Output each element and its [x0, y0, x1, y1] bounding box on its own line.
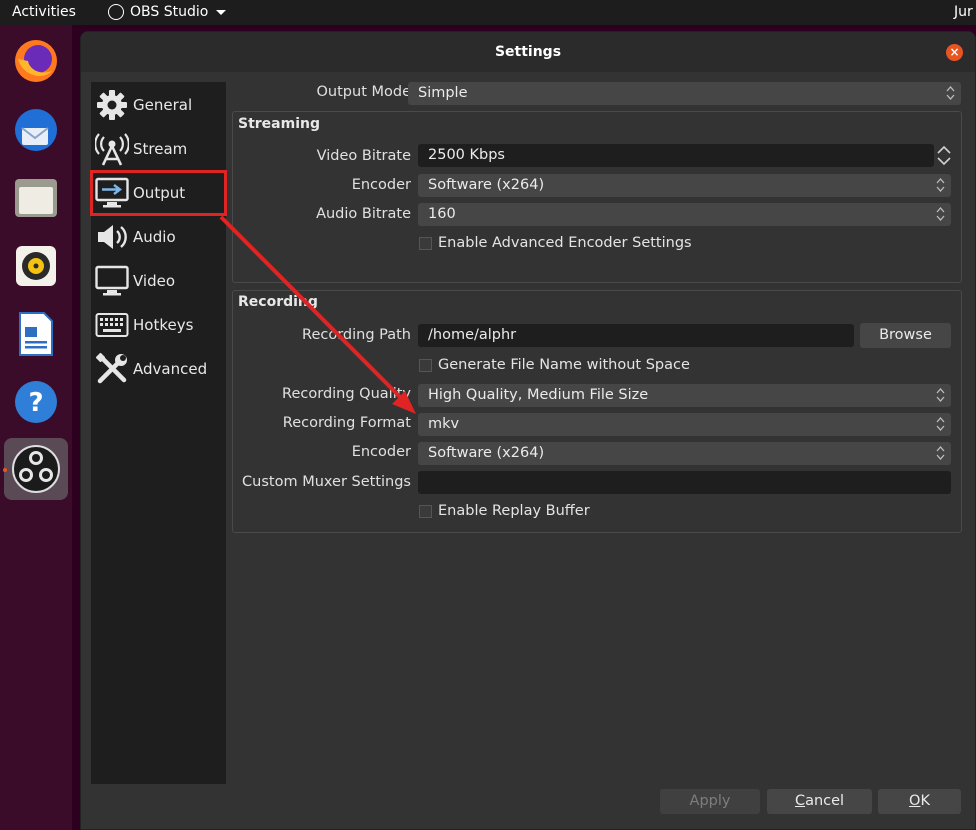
- app-menu-label: OBS Studio: [130, 4, 209, 20]
- audio-bitrate-label: Audio Bitrate: [316, 206, 411, 222]
- svg-text:?: ?: [28, 388, 43, 418]
- thunderbird-icon[interactable]: [4, 99, 68, 161]
- updown-arrows-icon: [936, 446, 945, 460]
- browse-button[interactable]: Browse: [860, 323, 951, 348]
- apply-button[interactable]: Apply: [660, 789, 760, 814]
- video-bitrate-spinner[interactable]: [936, 144, 952, 167]
- keyboard-icon: [95, 308, 129, 342]
- recording-quality-select[interactable]: High Quality, Medium File Size: [418, 384, 951, 407]
- recording-path-input[interactable]: /home/alphr: [418, 324, 854, 347]
- updown-arrows-icon: [936, 178, 945, 192]
- antenna-icon: [95, 132, 129, 166]
- output-mode-value: Simple: [418, 85, 468, 101]
- gear-icon: [95, 88, 129, 122]
- streaming-encoder-value: Software (x264): [428, 177, 545, 193]
- sidebar-item-audio[interactable]: Audio: [91, 215, 226, 259]
- rhythmbox-icon[interactable]: [4, 235, 68, 297]
- updown-arrows-icon: [936, 207, 945, 221]
- cancel-button[interactable]: Cancel: [767, 789, 872, 814]
- sidebar-item-video[interactable]: Video: [91, 259, 226, 303]
- sidebar-item-hotkeys[interactable]: Hotkeys: [91, 303, 226, 347]
- replay-buffer-checkbox-row[interactable]: Enable Replay Buffer: [419, 503, 590, 519]
- updown-arrows-icon: [946, 86, 955, 100]
- obs-studio-icon[interactable]: [4, 438, 68, 500]
- recording-path-label: Recording Path: [302, 327, 411, 343]
- output-mode-select[interactable]: Simple: [408, 82, 961, 105]
- streaming-encoder-select[interactable]: Software (x264): [418, 174, 951, 197]
- sidebar-item-label: Audio: [133, 228, 176, 246]
- sidebar-item-general[interactable]: General: [91, 83, 226, 127]
- monitor-icon: [95, 264, 129, 298]
- sidebar-item-label: Advanced: [133, 360, 208, 378]
- sidebar-item-stream[interactable]: Stream: [91, 127, 226, 171]
- recording-encoder-value: Software (x264): [428, 445, 545, 461]
- firefox-icon[interactable]: [4, 30, 68, 92]
- custom-muxer-label: Custom Muxer Settings: [242, 474, 411, 490]
- output-mode-label: Output Mode: [316, 84, 411, 100]
- ok-button[interactable]: OK: [878, 789, 961, 814]
- sidebar-item-label: General: [133, 96, 193, 114]
- video-bitrate-label: Video Bitrate: [316, 148, 411, 164]
- recording-format-label: Recording Format: [282, 415, 411, 431]
- sidebar-item-label: Video: [133, 272, 176, 290]
- recording-quality-value: High Quality, Medium File Size: [428, 387, 649, 403]
- files-icon[interactable]: [4, 167, 68, 229]
- streaming-encoder-label: Encoder: [351, 177, 411, 193]
- recording-group-title: Recording: [238, 294, 318, 310]
- help-icon[interactable]: ?: [4, 371, 68, 433]
- replay-buffer-label: Enable Replay Buffer: [438, 503, 590, 519]
- caret-down-icon: [216, 9, 227, 15]
- streaming-group: [232, 111, 962, 283]
- libreoffice-writer-icon[interactable]: [4, 303, 68, 365]
- audio-bitrate-value: 160: [428, 206, 456, 222]
- recording-encoder-select[interactable]: Software (x264): [418, 442, 951, 465]
- dock: ?: [0, 25, 72, 830]
- close-button[interactable]: ×: [946, 44, 963, 61]
- video-bitrate-value: 2500 Kbps: [428, 147, 505, 163]
- no-space-checkbox[interactable]: [419, 358, 432, 372]
- sidebar-item-label: Stream: [133, 140, 188, 158]
- replay-buffer-checkbox[interactable]: [419, 504, 432, 518]
- clock[interactable]: Jur: [954, 4, 973, 20]
- sidebar-item-advanced[interactable]: Advanced: [91, 347, 226, 391]
- obs-mini-icon: [108, 4, 124, 20]
- window-title: Settings: [494, 44, 562, 60]
- recording-quality-label: Recording Quality: [282, 386, 411, 402]
- advanced-encoder-checkbox-row[interactable]: Enable Advanced Encoder Settings: [419, 235, 692, 251]
- recording-format-value: mkv: [428, 416, 460, 432]
- updown-arrows-icon: [936, 417, 945, 431]
- no-space-label: Generate File Name without Space: [438, 357, 690, 373]
- updown-arrows-icon: [936, 388, 945, 402]
- running-indicator: [3, 468, 7, 472]
- advanced-encoder-label: Enable Advanced Encoder Settings: [438, 235, 692, 251]
- video-bitrate-input[interactable]: 2500 Kbps: [418, 144, 934, 167]
- tools-icon: [95, 352, 129, 386]
- activities-button[interactable]: Activities: [12, 4, 76, 20]
- recording-path-value: /home/alphr: [428, 327, 517, 343]
- streaming-group-title: Streaming: [238, 116, 320, 132]
- title-bar: Settings ×: [81, 32, 975, 72]
- sidebar-item-label: Hotkeys: [133, 316, 194, 334]
- recording-encoder-label: Encoder: [351, 444, 411, 460]
- settings-window: Settings × General Stream Output Audio V…: [80, 31, 976, 830]
- advanced-encoder-checkbox[interactable]: [419, 236, 432, 250]
- no-space-checkbox-row[interactable]: Generate File Name without Space: [419, 357, 690, 373]
- sidebar-item-output[interactable]: Output: [90, 170, 227, 216]
- monitor-arrow-icon: [95, 176, 129, 210]
- speaker-icon: [95, 220, 129, 254]
- audio-bitrate-select[interactable]: 160: [418, 203, 951, 226]
- top-bar: Activities OBS Studio Jur: [0, 0, 976, 25]
- custom-muxer-input[interactable]: [418, 471, 951, 494]
- app-menu[interactable]: OBS Studio: [108, 4, 227, 20]
- sidebar-item-label: Output: [133, 184, 186, 202]
- recording-format-select[interactable]: mkv: [418, 413, 951, 436]
- settings-sidebar: General Stream Output Audio Video Hotkey…: [90, 82, 227, 784]
